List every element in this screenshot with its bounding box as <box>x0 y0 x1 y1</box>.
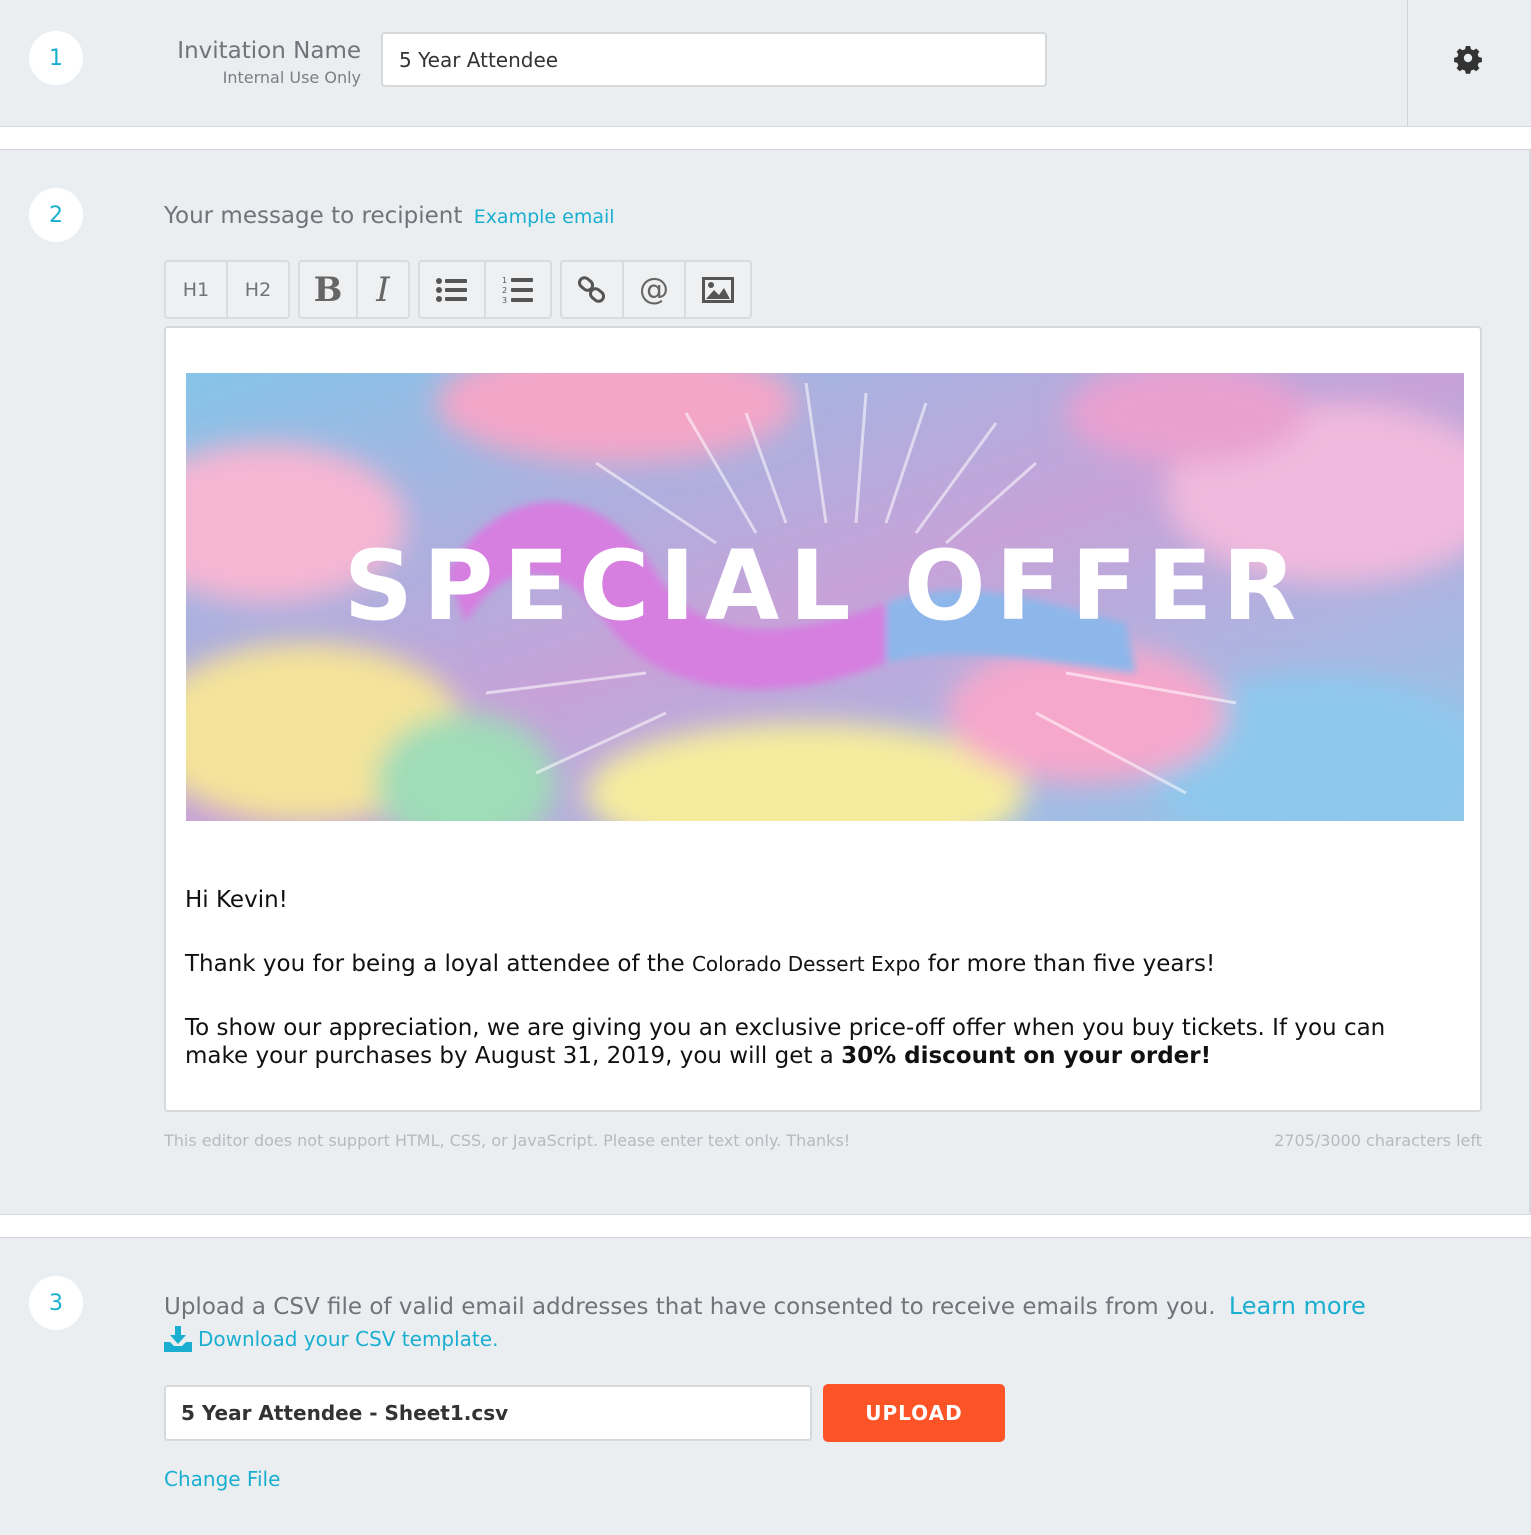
h1-label: H1 <box>182 278 210 301</box>
email-greeting: Hi Kevin! <box>185 887 288 913</box>
h2-button[interactable]: H2 <box>226 260 290 319</box>
svg-text:3: 3 <box>502 296 507 305</box>
editor-note: This editor does not support HTML, CSS, … <box>164 1131 851 1150</box>
message-editor[interactable]: SPECIAL OFFER Hi Kevin! Thank you for be… <box>164 326 1482 1112</box>
upload-button[interactable]: UPLOAD <box>823 1384 1005 1442</box>
example-email-link[interactable]: Example email <box>474 206 615 228</box>
csv-file-input[interactable] <box>164 1385 812 1441</box>
h2-label: H2 <box>244 278 272 301</box>
list-group: 123 <box>418 260 552 319</box>
bulleted-list-icon <box>436 277 467 302</box>
p1-before: Thank you for being a loyal attendee of … <box>185 951 692 977</box>
step-number-3: 3 <box>29 1276 83 1330</box>
mention-label: @ <box>639 272 669 307</box>
download-link-label: Download your CSV template. <box>198 1327 499 1351</box>
link-button[interactable] <box>560 260 624 319</box>
italic-button[interactable]: I <box>356 260 410 319</box>
csv-title: Upload a CSV file of valid email address… <box>164 1292 1366 1320</box>
discount-text: 30% discount on your order! <box>841 1043 1212 1069</box>
download-icon <box>164 1326 192 1352</box>
change-file-link[interactable]: Change File <box>164 1467 280 1491</box>
character-count: 2705/3000 characters left <box>1274 1131 1482 1150</box>
numbered-list-icon: 123 <box>502 276 533 305</box>
heading-group: H1 H2 <box>164 260 290 319</box>
numbered-list-button[interactable]: 123 <box>484 260 552 319</box>
format-group: B I <box>298 260 410 319</box>
svg-text:1: 1 <box>502 276 507 285</box>
image-button[interactable] <box>684 260 752 319</box>
editor-toolbar: H1 H2 B I 123 @ <box>164 260 760 319</box>
download-csv-template-link[interactable]: Download your CSV template. <box>164 1326 498 1352</box>
image-icon <box>702 276 734 303</box>
bulleted-list-button[interactable] <box>418 260 486 319</box>
svg-text:2: 2 <box>502 286 507 295</box>
email-paragraph-2: To show our appreciation, we are giving … <box>185 1014 1455 1070</box>
bold-button[interactable]: B <box>298 260 358 319</box>
csv-upload-section: 3 Upload a CSV file of valid email addre… <box>0 1237 1531 1535</box>
special-offer-banner: SPECIAL OFFER <box>186 373 1464 821</box>
email-body: Hi Kevin! Thank you for being a loyal at… <box>185 886 1455 1106</box>
invitation-name-sublabel: Internal Use Only <box>222 68 361 87</box>
gear-icon[interactable] <box>1452 42 1484 74</box>
link-icon <box>577 275 606 303</box>
invitation-name-input[interactable] <box>381 32 1047 87</box>
section-divider <box>1407 0 1408 127</box>
invitation-name-section: 1 Invitation Name Internal Use Only <box>0 0 1531 127</box>
italic-label: I <box>376 269 390 310</box>
step-number-2: 2 <box>29 188 83 242</box>
event-name: Colorado Dessert Expo <box>691 952 921 976</box>
learn-more-link[interactable]: Learn more <box>1229 1292 1366 1320</box>
message-title: Your message to recipient Example email <box>164 203 615 229</box>
p1-after: for more than five years! <box>920 951 1216 977</box>
bold-label: B <box>313 269 343 310</box>
insert-group: @ <box>560 260 752 319</box>
step-number-1: 1 <box>29 31 83 85</box>
email-paragraph-1: Thank you for being a loyal attendee of … <box>185 950 1455 978</box>
mention-button[interactable]: @ <box>622 260 686 319</box>
message-section: 2 Your message to recipient Example emai… <box>0 149 1531 1215</box>
message-title-text: Your message to recipient <box>164 203 463 229</box>
invitation-name-title: Invitation Name <box>177 38 361 64</box>
banner-text: SPECIAL OFFER <box>344 530 1306 642</box>
invitation-name-label: Invitation Name Internal Use Only <box>177 38 361 87</box>
csv-title-text: Upload a CSV file of valid email address… <box>164 1294 1216 1320</box>
h1-button[interactable]: H1 <box>164 260 228 319</box>
